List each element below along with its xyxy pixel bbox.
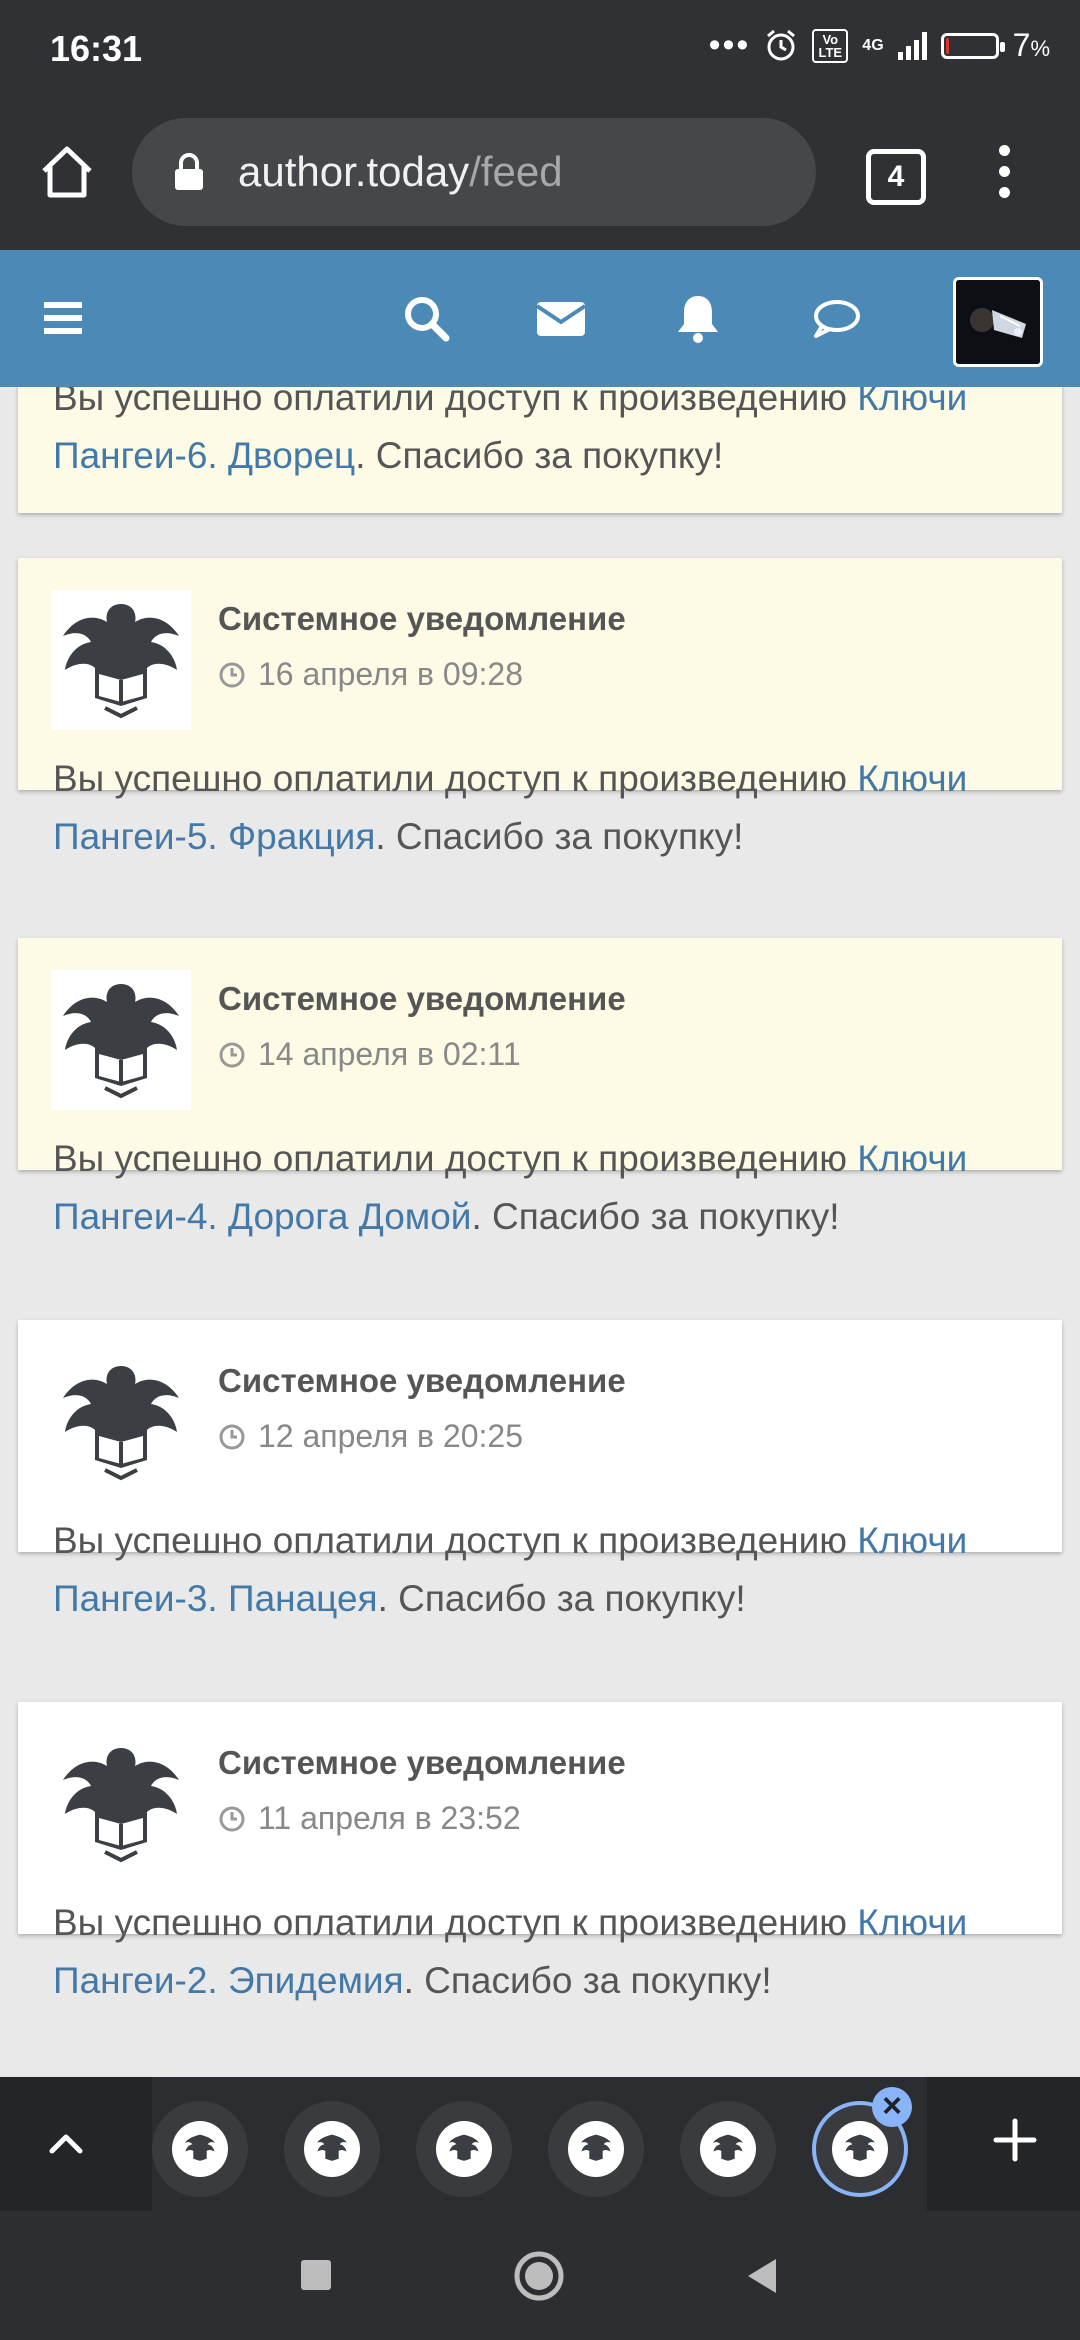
notification-text: Вы успешно оплатили доступ к произведени… xyxy=(53,1138,968,1237)
clock-icon xyxy=(219,662,245,687)
site-favicon-icon xyxy=(185,2134,215,2161)
system-logo-icon xyxy=(51,590,191,730)
tab-switcher-button[interactable]: 4 xyxy=(866,149,926,205)
system-logo-icon xyxy=(51,1734,191,1874)
tab-thumbnail[interactable] xyxy=(284,2101,380,2197)
site-favicon-icon xyxy=(845,2134,875,2161)
clock-icon xyxy=(219,1042,245,1067)
mail-icon[interactable] xyxy=(533,290,589,346)
battery-icon xyxy=(940,32,1005,59)
more-notifications-icon: ••• xyxy=(708,26,751,64)
plus-icon[interactable] xyxy=(992,2117,1038,2163)
notification-feed: Вы успешно оплатили доступ к произведени… xyxy=(0,387,1080,2077)
clock-icon xyxy=(219,1806,245,1831)
tab-thumbnail[interactable] xyxy=(152,2101,248,2197)
browser-toolbar: author.today/feed 4 xyxy=(0,95,1080,250)
back-icon[interactable] xyxy=(742,2255,782,2297)
site-header xyxy=(0,250,1080,387)
notification-date: 12 апреля в 20:25 xyxy=(218,1418,523,1455)
home-nav-icon[interactable] xyxy=(512,2249,566,2303)
site-favicon-icon xyxy=(713,2134,743,2161)
url-text[interactable]: author.today/feed xyxy=(238,148,563,196)
clock-icon xyxy=(219,1424,245,1449)
bell-icon[interactable] xyxy=(670,290,726,346)
notification-text: Вы успешно оплатили доступ к произведени… xyxy=(53,387,1032,485)
notification-date: 14 апреля в 02:11 xyxy=(218,1036,521,1073)
site-favicon-icon xyxy=(449,2134,479,2161)
search-icon[interactable] xyxy=(398,290,454,346)
lock-icon xyxy=(175,153,203,190)
status-time: 16:31 xyxy=(50,28,143,69)
tab-thumbnail[interactable] xyxy=(416,2101,512,2197)
avatar-image xyxy=(956,280,1040,364)
notification-date: 11 апреля в 23:52 xyxy=(218,1800,521,1837)
system-logo-icon xyxy=(51,1352,191,1492)
notification-date: 16 апреля в 09:28 xyxy=(218,656,523,693)
recents-icon[interactable] xyxy=(298,2257,334,2293)
volte-icon: Vo LTE xyxy=(812,28,849,63)
notification-text: Вы успешно оплатили доступ к произведени… xyxy=(53,1520,968,1619)
home-icon[interactable] xyxy=(38,143,96,201)
notification-card: Системное уведомление 14 апреля в 02:11 … xyxy=(18,938,1062,1237)
notification-text: Вы успешно оплатили доступ к произведени… xyxy=(53,758,968,857)
notification-card: Вы успешно оплатили доступ к произведени… xyxy=(18,387,1062,513)
notification-card: Системное уведомление 11 апреля в 23:52 … xyxy=(18,1702,1062,2001)
alarm-icon xyxy=(767,29,796,60)
chat-icon[interactable] xyxy=(808,290,864,346)
chevron-up-icon[interactable] xyxy=(44,2123,88,2163)
close-tab-icon[interactable]: × xyxy=(872,2087,912,2127)
status-bar: 16:31 ••• Vo LTE 4G 7% xyxy=(0,0,1080,95)
notification-text: Вы успешно оплатили доступ к произведени… xyxy=(53,1902,968,2001)
site-favicon-icon xyxy=(317,2134,347,2161)
battery-percent: 7% xyxy=(1012,27,1050,63)
notification-title: Системное уведомление xyxy=(218,600,626,637)
notification-card: Системное уведомление 12 апреля в 20:25 … xyxy=(18,1320,1062,1619)
notification-title: Системное уведомление xyxy=(218,1362,626,1399)
system-navigation-bar xyxy=(0,2211,1080,2340)
menu-icon[interactable] xyxy=(40,290,96,346)
notification-title: Системное уведомление xyxy=(218,980,626,1017)
tab-thumbnails: × xyxy=(152,2077,927,2211)
user-avatar[interactable] xyxy=(953,277,1043,367)
signal-icon xyxy=(897,31,927,60)
browser-menu-icon[interactable] xyxy=(994,145,1014,201)
site-favicon-icon xyxy=(581,2134,611,2161)
network-type: 4G xyxy=(862,36,884,54)
notification-title: Системное уведомление xyxy=(218,1744,626,1781)
status-icons: ••• Vo LTE 4G 7% xyxy=(709,26,1050,65)
address-bar[interactable]: author.today/feed xyxy=(132,118,816,226)
tab-thumbnail[interactable] xyxy=(548,2101,644,2197)
system-logo-icon xyxy=(51,970,191,1110)
notification-card: Системное уведомление 16 апреля в 09:28 … xyxy=(18,558,1062,857)
tab-thumbnail[interactable] xyxy=(680,2101,776,2197)
tab-group-bar: × xyxy=(0,2077,1080,2211)
